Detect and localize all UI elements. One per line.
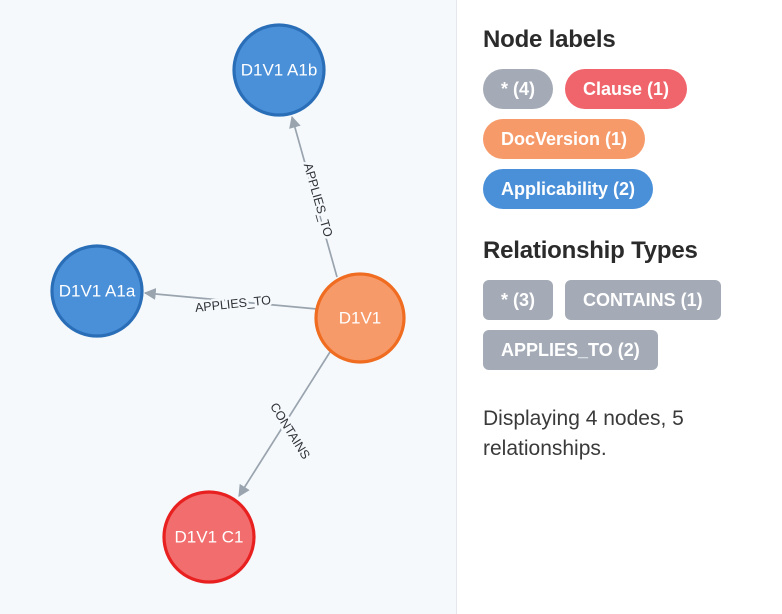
node-circle[interactable] xyxy=(314,272,406,364)
graph-node[interactable]: D1V1 A1b xyxy=(232,23,326,117)
node-labels-heading: Node labels xyxy=(483,26,616,53)
relationship-label: APPLIES_TO xyxy=(301,161,336,238)
relationship-label: APPLIES_TO xyxy=(194,293,272,315)
relationship-type-chip[interactable]: * (3) xyxy=(483,279,554,320)
graph-canvas[interactable]: APPLIES_TO APPLIES_TO APPLIES_TO APPLIES_TO… xyxy=(0,0,457,614)
node-circle[interactable] xyxy=(162,490,256,584)
graph-node[interactable]: D1V1 xyxy=(314,272,406,364)
relationship-types-heading: Relationship Types xyxy=(483,236,698,264)
relationship-labels: APPLIES_TOAPPLIES_TOAPPLIES_TOAPPLIES_TO… xyxy=(192,159,338,464)
node-label-chip[interactable]: DocVersion (1) xyxy=(483,118,646,159)
graph-node[interactable]: D1V1 A1a xyxy=(50,244,144,338)
graph-visualization-app: APPLIES_TO APPLIES_TO APPLIES_TO APPLIES_TO… xyxy=(0,0,782,614)
node-label-chip[interactable]: * (4) xyxy=(483,68,554,109)
node-label-chip[interactable]: Clause (1) xyxy=(565,68,688,109)
relationship-label: CONTAINS xyxy=(267,400,313,461)
legend-sidebar: Node labels * (4) Clause (1) DocVersion (1… xyxy=(457,0,782,614)
node-label-chip[interactable]: Applicability (2) xyxy=(483,168,654,209)
node-label-chip-row: * (4) Clause (1) DocVersion (1) Applicabili… xyxy=(483,68,762,209)
graph-summary-text: Displaying 4 nodes, 5 relationships. xyxy=(483,406,684,461)
node-circle[interactable] xyxy=(50,244,144,338)
node-circle[interactable] xyxy=(232,23,326,117)
graph-svg[interactable]: APPLIES_TOAPPLIES_TOAPPLIES_TOAPPLIES_TO… xyxy=(0,0,456,614)
graph-node[interactable]: D1V1 C1 xyxy=(162,490,256,584)
relationship-type-chip-row: * (3) CONTAINS (1) APPLIES_TO (2) xyxy=(483,279,762,370)
relationship-type-chip[interactable]: CONTAINS (1) xyxy=(565,279,721,320)
relationship-type-chip[interactable]: APPLIES_TO (2) xyxy=(483,329,658,370)
